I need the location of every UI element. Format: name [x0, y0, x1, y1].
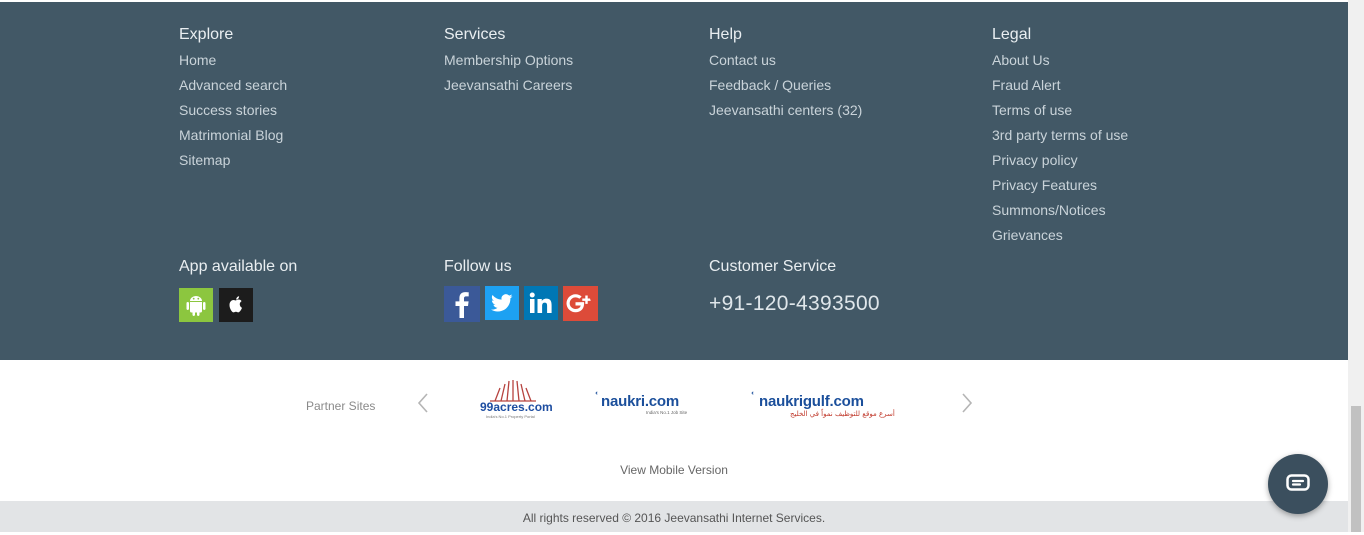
partner-sites-label: Partner Sites — [306, 399, 376, 413]
link-matrimonial-blog[interactable]: Matrimonial Blog — [179, 125, 287, 150]
help-column: Help Contact us Feedback / Queries Jeeva… — [709, 25, 862, 125]
partner-naukrigulf-logo[interactable]: ʿ naukrigulf.com أسرع موقع للتوظيف نمواً… — [750, 390, 895, 423]
link-jeevansathi-careers[interactable]: Jeevansathi Careers — [444, 75, 573, 100]
link-advanced-search[interactable]: Advanced search — [179, 75, 287, 100]
twitter-icon[interactable] — [485, 286, 519, 320]
page-scrollbar[interactable] — [1348, 0, 1364, 532]
link-about-us[interactable]: About Us — [992, 50, 1128, 75]
link-jeevansathi-centers[interactable]: Jeevansathi centers (32) — [709, 100, 862, 125]
partner-naukri-logo[interactable]: ʿ naukri.com India's No.1 Job Site — [594, 390, 706, 421]
link-grievances[interactable]: Grievances — [992, 225, 1128, 250]
partner-naukri-tagline: India's No.1 Job Site — [646, 410, 688, 415]
partner-99acres-logo[interactable]: 99acres.com India's No.1 Property Portal — [478, 380, 553, 422]
help-heading: Help — [709, 26, 742, 43]
view-mobile-version-link[interactable]: View Mobile Version — [0, 463, 1348, 477]
link-membership-options[interactable]: Membership Options — [444, 50, 573, 75]
link-fraud-alert[interactable]: Fraud Alert — [992, 75, 1128, 100]
follow-column: Follow us — [444, 257, 598, 322]
chat-button[interactable] — [1268, 454, 1328, 514]
partner-99acres-name: 99acres.com — [480, 400, 553, 414]
android-icon[interactable] — [179, 288, 213, 322]
link-success-stories[interactable]: Success stories — [179, 100, 287, 125]
naukri-swoosh-icon: ʿ — [594, 390, 599, 407]
link-contact-us[interactable]: Contact us — [709, 50, 862, 75]
partner-99acres-tagline: India's No.1 Property Portal — [486, 414, 535, 419]
link-privacy-features[interactable]: Privacy Features — [992, 175, 1128, 200]
customer-service-phone[interactable]: +91-120-4393500 — [709, 292, 880, 316]
partner-naukrigulf-name: naukrigulf.com — [759, 393, 864, 410]
services-heading: Services — [444, 26, 506, 43]
legal-column: Legal About Us Fraud Alert Terms of use … — [992, 25, 1128, 250]
partner-naukri-name: naukri.com — [601, 393, 680, 410]
legal-heading: Legal — [992, 26, 1032, 43]
explore-heading: Explore — [179, 26, 234, 43]
carousel-prev-arrow[interactable] — [416, 392, 430, 414]
carousel-next-arrow[interactable] — [960, 392, 974, 414]
explore-column: Explore Home Advanced search Success sto… — [179, 25, 287, 175]
customer-service-column: Customer Service +91-120-4393500 — [709, 257, 880, 316]
apple-icon[interactable] — [219, 288, 253, 322]
link-terms-of-use[interactable]: Terms of use — [992, 100, 1128, 125]
building-icon — [490, 380, 536, 402]
copyright-text: All rights reserved © 2016 Jeevansathi I… — [522, 511, 826, 525]
scrollbar-thumb[interactable] — [1351, 406, 1361, 532]
linkedin-icon[interactable] — [524, 286, 558, 320]
link-home[interactable]: Home — [179, 50, 287, 75]
google-plus-icon[interactable] — [563, 286, 598, 321]
link-third-party-terms[interactable]: 3rd party terms of use — [992, 125, 1128, 150]
app-heading: App available on — [179, 258, 298, 275]
services-column: Services Membership Options Jeevansathi … — [444, 25, 573, 100]
link-summons-notices[interactable]: Summons/Notices — [992, 200, 1128, 225]
follow-heading: Follow us — [444, 258, 512, 275]
partner-naukrigulf-tagline: أسرع موقع للتوظيف نمواً في الخليج — [790, 410, 895, 418]
chat-bubble-icon — [1286, 474, 1310, 491]
link-privacy-policy[interactable]: Privacy policy — [992, 150, 1128, 175]
facebook-icon[interactable] — [444, 286, 480, 322]
naukrigulf-swoosh-icon: ʿ — [750, 390, 755, 407]
footer-links-section: Explore Home Advanced search Success sto… — [0, 2, 1348, 360]
customer-service-heading: Customer Service — [709, 258, 837, 275]
link-feedback-queries[interactable]: Feedback / Queries — [709, 75, 862, 100]
partner-sites-bar: Partner Sites 99acres.com India's No.1 P… — [0, 360, 1348, 450]
link-sitemap[interactable]: Sitemap — [179, 150, 287, 175]
copyright-bar: All rights reserved © 2016 Jeevansathi I… — [0, 501, 1348, 532]
app-column: App available on — [179, 257, 297, 322]
